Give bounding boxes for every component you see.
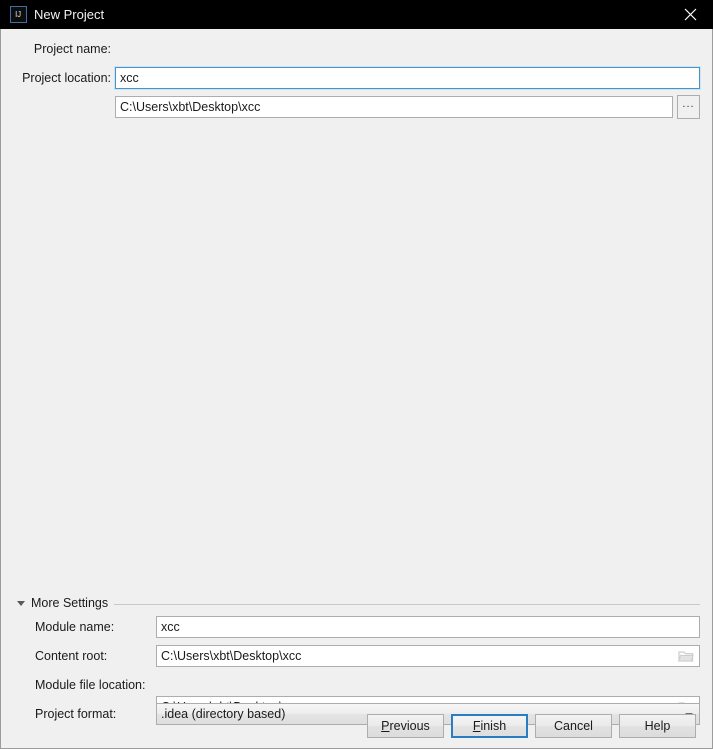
project-location-label-box: Project location: bbox=[1, 67, 111, 89]
more-settings-label: More Settings bbox=[31, 596, 109, 610]
browse-location-button[interactable]: ... bbox=[677, 95, 700, 119]
help-button-label: Help bbox=[644, 719, 671, 733]
content-root-value: C:\Users\xbt\Desktop\xcc bbox=[161, 649, 302, 663]
close-button[interactable] bbox=[667, 0, 713, 29]
ellipsis-icon: ... bbox=[682, 98, 695, 110]
content-root-input[interactable]: C:\Users\xbt\Desktop\xcc bbox=[156, 645, 700, 667]
project-location-label: Project location: bbox=[22, 71, 111, 85]
section-divider bbox=[114, 603, 700, 605]
title-bar: IJ New Project bbox=[0, 0, 713, 29]
folder-icon bbox=[678, 651, 694, 662]
new-project-dialog: IJ New Project Project name: xcc Project… bbox=[0, 0, 713, 749]
module-name-label: Module name: bbox=[35, 620, 115, 634]
cancel-button[interactable]: Cancel bbox=[535, 714, 612, 738]
app-icon-text: IJ bbox=[15, 9, 22, 19]
cancel-button-label: Cancel bbox=[554, 719, 593, 733]
dialog-body: Project name: xcc Project location: C:\U… bbox=[0, 29, 713, 749]
chevron-down-icon bbox=[15, 598, 26, 609]
project-name-label: Project name: bbox=[33, 42, 111, 56]
more-settings-toggle[interactable]: More Settings bbox=[15, 595, 700, 611]
project-name-input[interactable]: xcc bbox=[114, 66, 701, 90]
finish-button[interactable]: Finish bbox=[451, 714, 528, 738]
module-name-input[interactable]: xcc bbox=[156, 616, 700, 638]
intellij-idea-icon: IJ bbox=[10, 6, 27, 23]
previous-button[interactable]: Previous bbox=[367, 714, 444, 738]
project-name-label-box: Project name: bbox=[1, 38, 111, 60]
finish-button-label: Finish bbox=[472, 719, 507, 733]
project-location-input[interactable]: C:\Users\xbt\Desktop\xcc bbox=[115, 96, 673, 118]
close-icon bbox=[684, 8, 696, 21]
previous-button-label: Previous bbox=[381, 719, 430, 733]
module-file-location-label: Module file location: bbox=[35, 678, 146, 692]
dialog-button-bar: Previous Finish Cancel Help bbox=[1, 704, 712, 748]
help-button[interactable]: Help bbox=[619, 714, 696, 738]
content-root-label: Content root: bbox=[35, 649, 108, 663]
window-title: New Project bbox=[34, 7, 105, 22]
